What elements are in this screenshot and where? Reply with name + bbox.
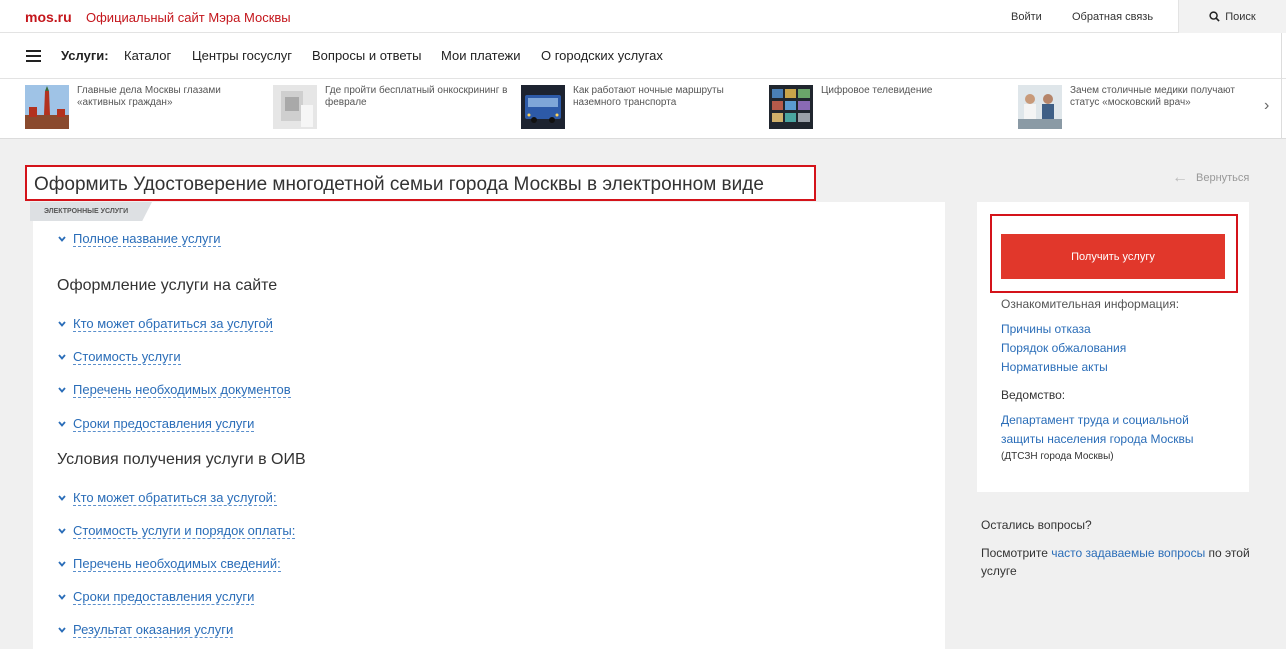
questions-text: Посмотрите часто задаваемые вопросы по э… [981, 544, 1251, 580]
news-text: Цифровое телевидение [821, 85, 933, 96]
appeal-link[interactable]: Порядок обжалования [1001, 341, 1126, 355]
login-link[interactable]: Войти [1011, 11, 1042, 23]
divider [1281, 33, 1282, 139]
accordion-item[interactable]: Стоимость услуги и порядок оплаты: [57, 523, 296, 539]
news-text: Как работают ночные маршруты наземного т… [573, 85, 724, 108]
site-title[interactable]: Официальный сайт Мэра Москвы [86, 10, 291, 25]
chevron-down-icon [58, 387, 66, 393]
medical-photo-icon [273, 85, 317, 129]
nav-item-centers[interactable]: Центры госуслуг [192, 48, 292, 63]
back-link[interactable]: ← Вернуться [1172, 169, 1249, 187]
accordion-full-name[interactable]: Полное название услуги [57, 231, 221, 247]
info-label: Ознакомительная информация: [1001, 297, 1180, 311]
search-icon [1209, 11, 1220, 22]
news-text: Зачем столичные медики получают статус «… [1070, 85, 1235, 108]
nav-item-payments[interactable]: Мои платежи [441, 48, 521, 63]
department-short: (ДТСЗН города Москвы) [1001, 451, 1114, 462]
chevron-down-icon [58, 528, 66, 534]
chevron-down-icon [58, 627, 66, 633]
nav-label: Услуги: [61, 48, 109, 63]
section-heading: Оформление услуги на сайте [57, 277, 278, 294]
news-strip: Главные дела Москвы глазами «активных гр… [0, 79, 1286, 139]
search-label: Поиск [1225, 10, 1256, 23]
section-heading: Условия получения услуги в ОИВ [57, 451, 306, 468]
accordion-item[interactable]: Перечень необходимых документов [57, 382, 291, 398]
department-link-line2[interactable]: защиты населения города Москвы [1001, 432, 1194, 446]
accordion-item[interactable]: Стоимость услуги [57, 349, 181, 365]
chevron-down-icon [58, 421, 66, 427]
news-text: Где пройти бесплатный онкоскрининг в фев… [325, 85, 508, 108]
mos-logo[interactable]: mos.ru [25, 9, 72, 25]
doctors-photo-icon [1018, 85, 1062, 129]
feedback-link[interactable]: Обратная связь [1072, 11, 1153, 23]
nav-item-about[interactable]: О городских услугах [541, 48, 663, 63]
chevron-down-icon [58, 495, 66, 501]
department-label: Ведомство: [1001, 388, 1066, 402]
menu-icon[interactable] [26, 50, 41, 62]
chevron-down-icon [58, 561, 66, 567]
chevron-down-icon [58, 321, 66, 327]
faq-link[interactable]: часто задаваемые вопросы [1051, 546, 1205, 560]
normative-acts-link[interactable]: Нормативные акты [1001, 360, 1108, 374]
tv-photo-icon [769, 85, 813, 129]
kremlin-photo-icon [25, 85, 69, 129]
services-nav: Услуги: Каталог Центры госуслуг Вопросы … [0, 33, 1286, 79]
nav-item-catalog[interactable]: Каталог [124, 48, 171, 63]
title-highlight: Оформить Удостоверение многодетной семьи… [25, 165, 816, 201]
accordion-item[interactable]: Результат оказания услуги [57, 622, 234, 638]
news-text: Главные дела Москвы глазами «активных гр… [77, 85, 221, 108]
bus-photo-icon [521, 85, 565, 129]
chevron-down-icon [58, 594, 66, 600]
search-button[interactable]: Поиск [1178, 0, 1286, 33]
chevron-down-icon [58, 236, 66, 242]
get-service-button[interactable]: Получить услугу [1001, 234, 1225, 279]
accordion-item[interactable]: Кто может обратиться за услугой [57, 316, 273, 332]
back-label: Вернуться [1196, 172, 1250, 184]
service-tag: Электронные услуги [30, 202, 152, 221]
arrow-left-icon: ← [1172, 169, 1188, 186]
questions-title: Остались вопросы? [981, 518, 1092, 532]
page-title: Оформить Удостоверение многодетной семьи… [34, 174, 764, 195]
chevron-right-icon[interactable]: › [1264, 97, 1269, 115]
questions-prefix: Посмотрите [981, 546, 1052, 560]
accordion-item[interactable]: Сроки предоставления услуги [57, 416, 255, 432]
chevron-down-icon [58, 354, 66, 360]
nav-item-faq[interactable]: Вопросы и ответы [312, 48, 421, 63]
refusal-reasons-link[interactable]: Причины отказа [1001, 322, 1091, 336]
accordion-item[interactable]: Сроки предоставления услуги [57, 589, 255, 605]
top-bar: mos.ru Официальный сайт Мэра Москвы Войт… [0, 0, 1286, 33]
accordion-item[interactable]: Перечень необходимых сведений: [57, 556, 281, 572]
accordion-item[interactable]: Кто может обратиться за услугой: [57, 490, 277, 506]
department-link-line1[interactable]: Департамент труда и социальной [1001, 413, 1189, 427]
